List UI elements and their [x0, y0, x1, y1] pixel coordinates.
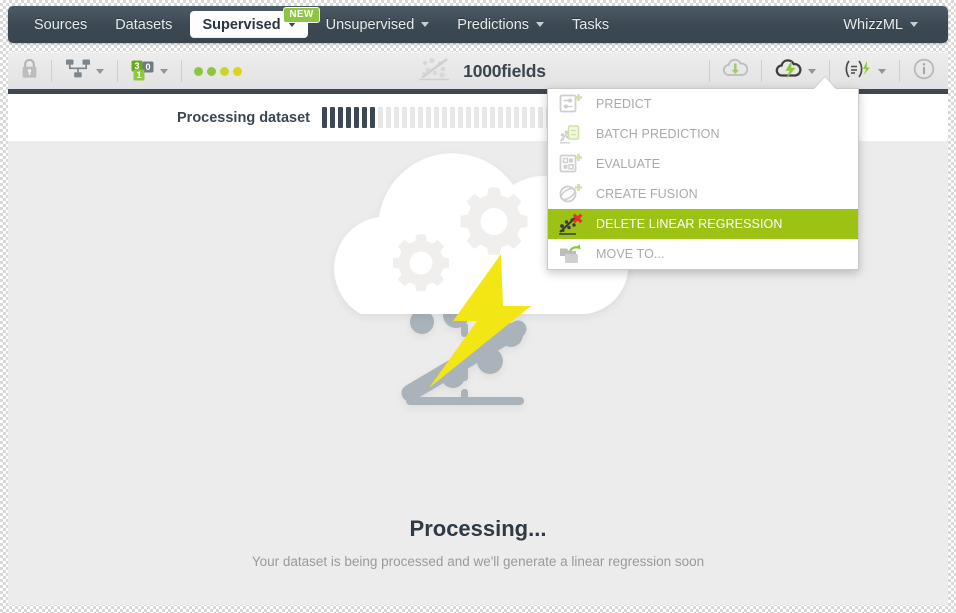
menu-item-delete-linear-regression[interactable]: DELETE LINEAR REGRESSION	[548, 209, 858, 239]
processing-subtitle: Your dataset is being processed and we'l…	[251, 554, 705, 569]
chevron-down-icon	[536, 22, 545, 27]
navbar-right-items: WhizzML	[829, 6, 948, 43]
menu-item-label: BATCH PREDICTION	[596, 127, 720, 141]
progress-segment	[337, 107, 343, 128]
predict-icon	[558, 92, 584, 116]
linear-regression-icon	[417, 56, 453, 87]
progress-segment	[505, 107, 511, 128]
status-dots	[182, 66, 254, 76]
lock-icon	[21, 58, 38, 84]
nav-item-whizzml[interactable]: WhizzML	[829, 6, 932, 43]
menu-item-move-to[interactable]: MOVE TO...	[548, 239, 858, 269]
chevron-down-icon	[96, 68, 104, 74]
move-to-icon	[558, 242, 584, 266]
status-dot	[207, 66, 216, 76]
svg-text:0: 0	[145, 62, 150, 72]
delete-linear-regression-icon	[558, 212, 584, 236]
main-navbar: Sources Datasets Supervised NEW Unsuperv…	[8, 6, 948, 43]
create-fusion-icon	[558, 182, 584, 206]
progress-segment	[465, 107, 471, 128]
menu-notch	[814, 77, 836, 89]
navbar-left-items: Sources Datasets Supervised NEW Unsuperv…	[8, 6, 623, 43]
actions-dropdown-menu: PREDICT BATCH PREDICTION EVALUATE CREATE…	[547, 88, 859, 270]
nav-item-tasks[interactable]: Tasks	[558, 6, 623, 43]
chevron-down-icon	[421, 22, 430, 27]
chevron-down-icon	[910, 22, 918, 27]
equation-lightning-icon	[843, 58, 873, 85]
download-button[interactable]	[710, 53, 761, 90]
batch-prediction-icon	[558, 122, 584, 146]
nav-item-label: Supervised	[202, 16, 281, 33]
progress-segment	[537, 107, 543, 128]
chevron-down-icon	[878, 68, 886, 74]
progress-segment	[345, 107, 351, 128]
status-dot	[233, 66, 242, 76]
cloud-download-icon	[722, 58, 749, 85]
info-button[interactable]	[900, 53, 948, 90]
progress-segment	[425, 107, 431, 128]
progress-segment	[377, 107, 383, 128]
progress-segment	[401, 107, 407, 128]
configure-button[interactable]	[830, 53, 899, 90]
nav-item-datasets[interactable]: Datasets	[101, 6, 186, 43]
processing-title: Processing...	[409, 516, 547, 541]
field-types-icon: 3 0 1	[131, 60, 155, 82]
progress-segment	[393, 107, 399, 128]
nav-item-label: Predictions	[457, 16, 530, 33]
status-dot	[194, 66, 203, 76]
nav-item-label: Unsupervised	[325, 16, 415, 33]
nav-item-label: Tasks	[572, 16, 610, 33]
menu-item-label: EVALUATE	[596, 157, 661, 171]
privacy-lock-button[interactable]	[8, 53, 51, 90]
progress-segment	[329, 107, 335, 128]
progress-segment	[417, 107, 423, 128]
progress-segment	[385, 107, 391, 128]
chevron-down-icon	[160, 68, 168, 74]
menu-item-evaluate[interactable]: EVALUATE	[548, 149, 858, 179]
cloud-lightning-icon	[775, 58, 803, 85]
menu-item-label: DELETE LINEAR REGRESSION	[596, 217, 783, 231]
menu-item-label: PREDICT	[596, 97, 652, 111]
menu-item-predict[interactable]: PREDICT	[548, 89, 858, 119]
progress-segment	[353, 107, 359, 128]
progress-segment	[361, 107, 367, 128]
progress-segment	[369, 107, 375, 128]
progress-segment	[473, 107, 479, 128]
progress-segment	[481, 107, 487, 128]
menu-item-label: CREATE FUSION	[596, 187, 698, 201]
nav-item-supervised[interactable]: Supervised NEW	[190, 7, 320, 38]
info-icon	[913, 58, 935, 85]
resource-title-group: 1000fields	[254, 56, 709, 87]
progress-segment	[409, 107, 415, 128]
svg-text:1: 1	[136, 70, 141, 80]
chevron-down-icon	[808, 68, 816, 74]
progress-segment	[433, 107, 439, 128]
share-nodes-icon	[65, 58, 91, 84]
field-types-button[interactable]: 3 0 1	[118, 53, 181, 90]
nav-item-unsupervised[interactable]: Unsupervised	[312, 6, 444, 43]
evaluate-icon	[558, 152, 584, 176]
resource-toolbar: 3 0 1 1000fields	[8, 52, 948, 89]
progress-segment	[513, 107, 519, 128]
nav-item-predictions[interactable]: Predictions	[443, 6, 558, 43]
menu-item-label: MOVE TO...	[596, 247, 665, 261]
nav-item-label: WhizzML	[843, 16, 903, 33]
nav-item-sources[interactable]: Sources	[20, 6, 101, 43]
page-title: 1000fields	[463, 60, 546, 81]
progress-segment	[489, 107, 495, 128]
progress-segment	[457, 107, 463, 128]
nav-item-label: Sources	[34, 16, 88, 33]
status-dot	[220, 66, 229, 76]
nav-item-label: Datasets	[115, 16, 173, 33]
menu-item-create-fusion[interactable]: CREATE FUSION	[548, 179, 858, 209]
progress-segment	[497, 107, 503, 128]
progress-segment	[441, 107, 447, 128]
progress-segment	[529, 107, 535, 128]
progress-segment	[449, 107, 455, 128]
progress-label: Processing dataset	[177, 109, 310, 126]
progress-segment	[321, 107, 327, 128]
progress-segment	[521, 107, 527, 128]
menu-item-batch-prediction[interactable]: BATCH PREDICTION	[548, 119, 858, 149]
share-button[interactable]	[52, 53, 117, 90]
